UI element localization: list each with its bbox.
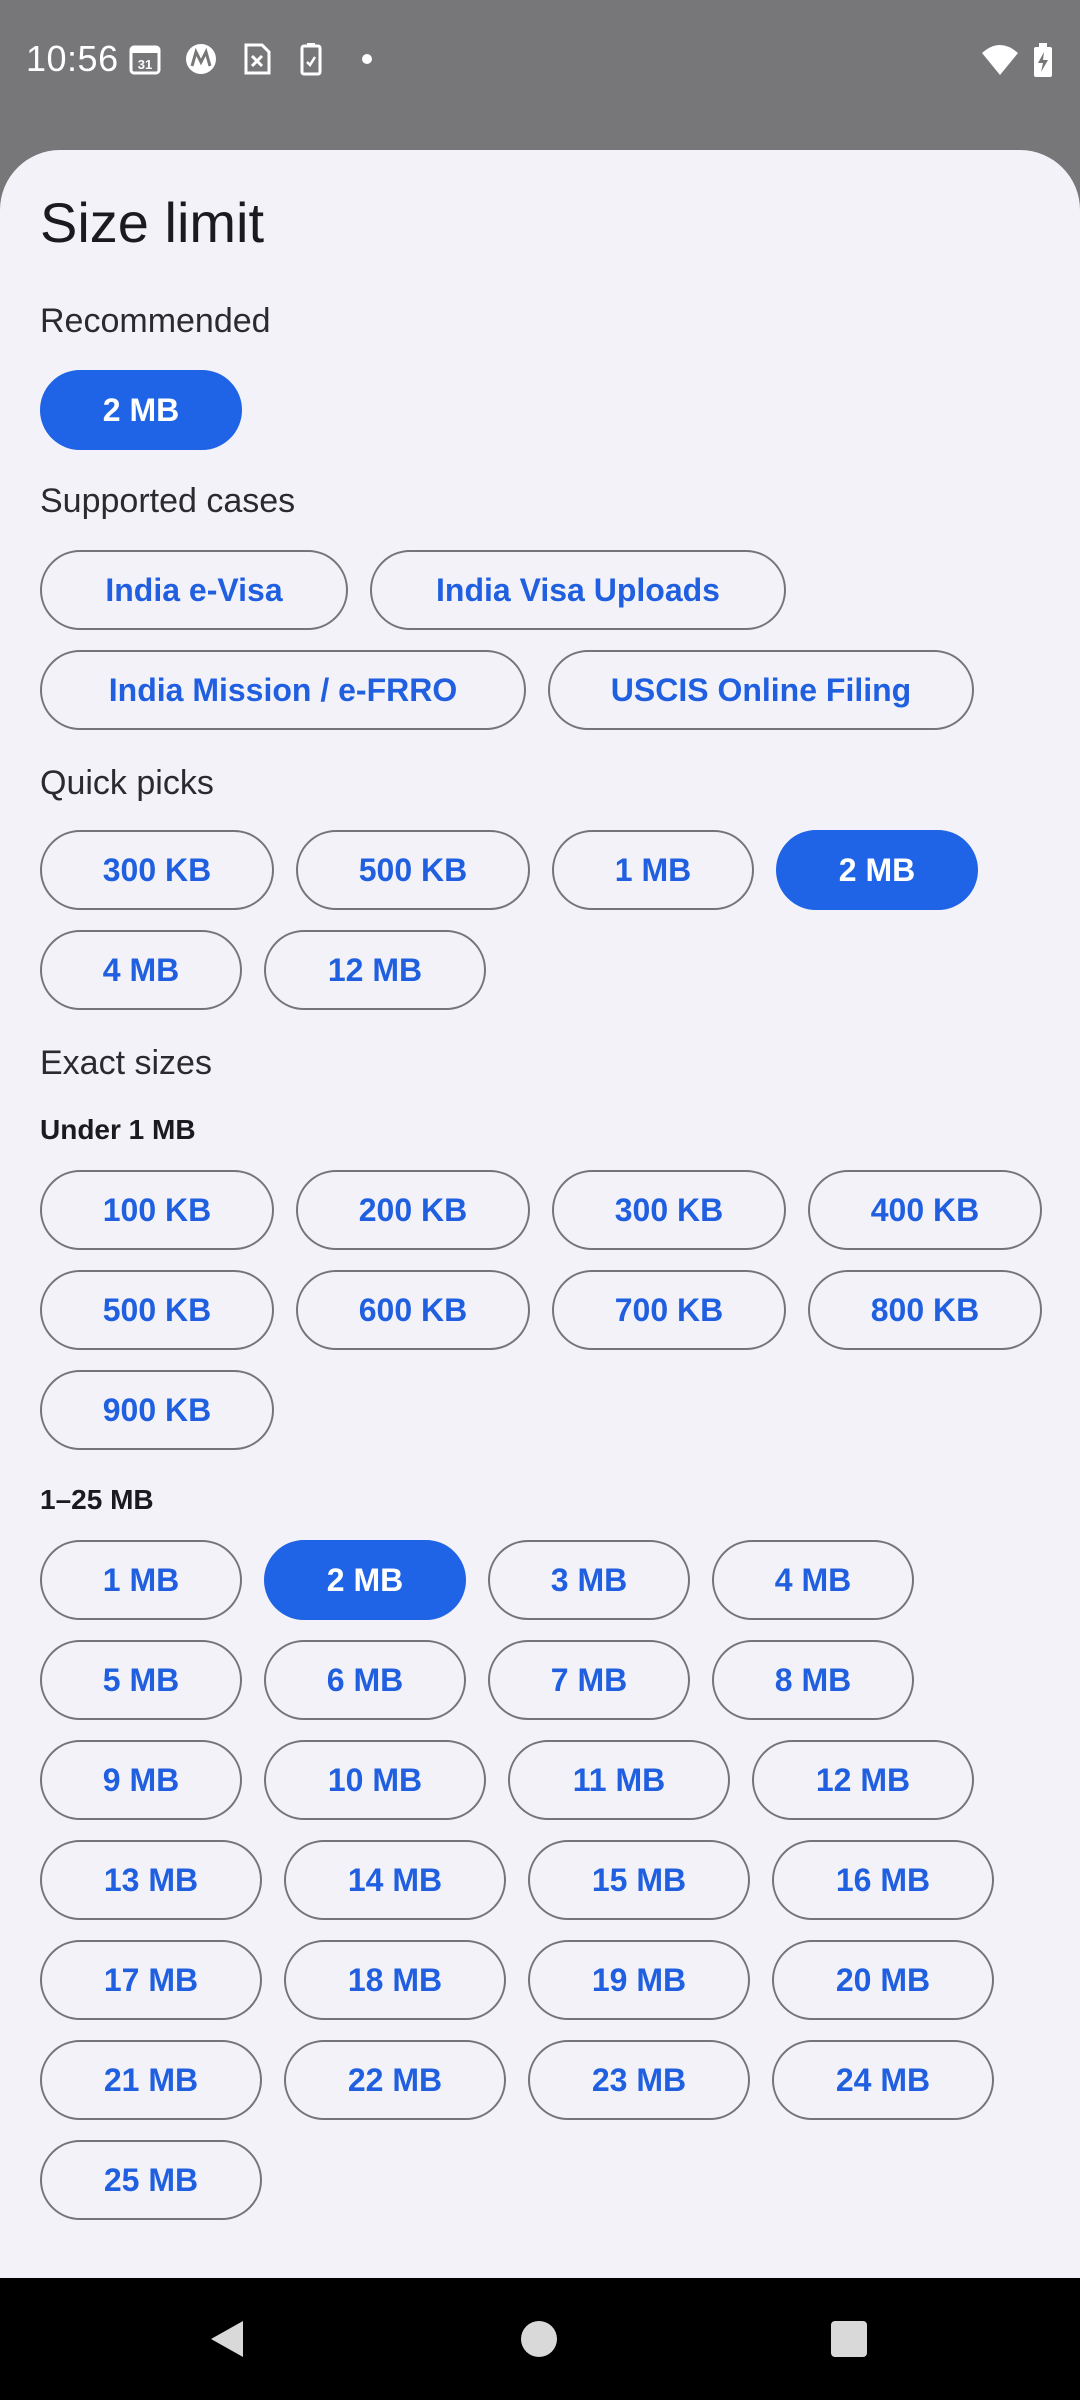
chip-100kb[interactable]: 100 KB [40, 1170, 274, 1250]
chip-23mb[interactable]: 23 MB [528, 2040, 750, 2120]
dot-icon [350, 42, 384, 76]
sheet-title: Size limit [40, 191, 265, 254]
chip-india-evisa[interactable]: India e-Visa [40, 550, 348, 630]
chip-8mb[interactable]: 8 MB [712, 1640, 914, 1720]
svg-text:31: 31 [138, 57, 152, 72]
wifi-icon [980, 43, 1020, 82]
chip-24mb[interactable]: 24 MB [772, 2040, 994, 2120]
chip-17mb[interactable]: 17 MB [40, 1940, 262, 2020]
navigation-bar [0, 2278, 1080, 2400]
chip-400kb[interactable]: 400 KB [808, 1170, 1042, 1250]
chip-15mb[interactable]: 15 MB [528, 1840, 750, 1920]
chip-quick-12mb[interactable]: 12 MB [264, 930, 486, 1010]
chip-1mb[interactable]: 1 MB [40, 1540, 242, 1620]
back-icon[interactable] [204, 2316, 250, 2362]
chip-18mb[interactable]: 18 MB [284, 1940, 506, 2020]
chip-9mb[interactable]: 9 MB [40, 1740, 242, 1820]
chip-800kb[interactable]: 800 KB [808, 1270, 1042, 1350]
section-quick-picks: Quick picks [40, 764, 214, 802]
status-time: 10:56 [26, 38, 119, 79]
chip-12mb[interactable]: 12 MB [752, 1740, 974, 1820]
chip-500kb[interactable]: 500 KB [40, 1270, 274, 1350]
chip-200kb[interactable]: 200 KB [296, 1170, 530, 1250]
chip-19mb[interactable]: 19 MB [528, 1940, 750, 2020]
chip-quick-4mb[interactable]: 4 MB [40, 930, 242, 1010]
section-supported-cases: Supported cases [40, 482, 296, 520]
battery-saver-icon [294, 42, 328, 76]
calendar-icon: 31 [128, 42, 162, 76]
chip-10mb[interactable]: 10 MB [264, 1740, 486, 1820]
chip-13mb[interactable]: 13 MB [40, 1840, 262, 1920]
chip-22mb[interactable]: 22 MB [284, 2040, 506, 2120]
chip-700kb[interactable]: 700 KB [552, 1270, 786, 1350]
chip-20mb[interactable]: 20 MB [772, 1940, 994, 2020]
chip-quick-1mb[interactable]: 1 MB [552, 830, 754, 910]
chip-2mb[interactable]: 2 MB [264, 1540, 466, 1620]
battery-charging-icon [1032, 42, 1054, 83]
status-bar: 10:56 31 [0, 0, 1080, 120]
home-icon[interactable] [516, 2316, 562, 2362]
chip-quick-300kb[interactable]: 300 KB [40, 830, 274, 910]
motorola-icon [184, 42, 218, 76]
chip-300kb[interactable]: 300 KB [552, 1170, 786, 1250]
chip-600kb[interactable]: 600 KB [296, 1270, 530, 1350]
chip-21mb[interactable]: 21 MB [40, 2040, 262, 2120]
chip-quick-500kb[interactable]: 500 KB [296, 830, 530, 910]
chip-recommended-2mb[interactable]: 2 MB [40, 370, 242, 450]
chip-5mb[interactable]: 5 MB [40, 1640, 242, 1720]
chip-quick-2mb[interactable]: 2 MB [776, 830, 978, 910]
chip-india-visa-uploads[interactable]: India Visa Uploads [370, 550, 786, 630]
sim-off-icon [240, 42, 274, 76]
section-recommended: Recommended [40, 302, 271, 340]
chip-3mb[interactable]: 3 MB [488, 1540, 690, 1620]
chip-900kb[interactable]: 900 KB [40, 1370, 274, 1450]
chip-14mb[interactable]: 14 MB [284, 1840, 506, 1920]
chip-india-mission-efrro[interactable]: India Mission / e-FRRO [40, 650, 526, 730]
chip-4mb[interactable]: 4 MB [712, 1540, 914, 1620]
chip-7mb[interactable]: 7 MB [488, 1640, 690, 1720]
chip-6mb[interactable]: 6 MB [264, 1640, 466, 1720]
chip-16mb[interactable]: 16 MB [772, 1840, 994, 1920]
size-limit-sheet: Size limit Recommended 2 MB Supported ca… [0, 150, 1080, 2278]
subsection-1-25mb: 1–25 MB [40, 1484, 154, 1515]
recents-icon[interactable] [826, 2316, 872, 2362]
chip-25mb[interactable]: 25 MB [40, 2140, 262, 2220]
subsection-under-1mb: Under 1 MB [40, 1114, 196, 1145]
section-exact-sizes: Exact sizes [40, 1044, 212, 1082]
chip-uscis-online-filing[interactable]: USCIS Online Filing [548, 650, 974, 730]
chip-11mb[interactable]: 11 MB [508, 1740, 730, 1820]
